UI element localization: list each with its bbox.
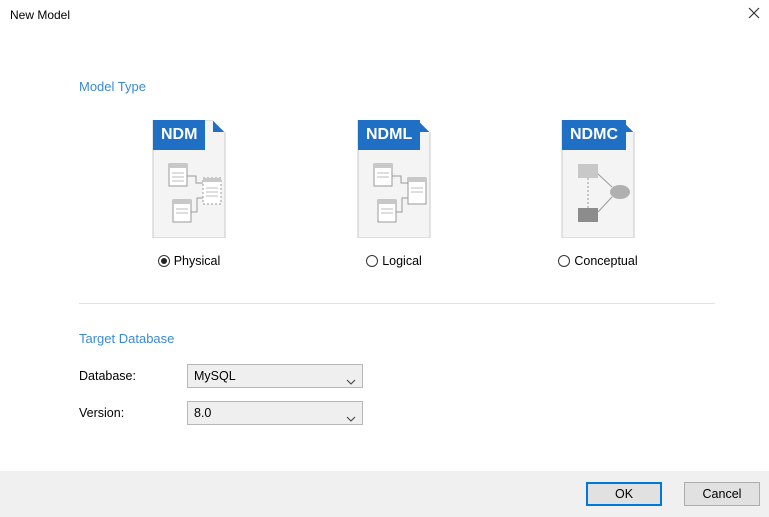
target-database-heading: Target Database — [79, 331, 175, 346]
model-option-logical[interactable]: NDML Logical — [329, 120, 459, 270]
model-badge: NDML — [358, 120, 421, 150]
ok-button[interactable]: OK — [586, 482, 662, 506]
database-select-value: MySQL — [194, 369, 236, 383]
ndmc-file-icon: NDMC — [550, 120, 646, 238]
model-type-heading: Model Type — [79, 79, 146, 94]
radio-physical[interactable] — [157, 255, 170, 267]
title-bar: New Model — [0, 0, 769, 36]
close-icon[interactable] — [745, 4, 763, 22]
dialog-footer: OK Cancel — [0, 471, 769, 517]
model-badge: NDM — [153, 120, 206, 150]
model-badge: NDMC — [562, 120, 626, 150]
model-option-conceptual[interactable]: NDMC Conceptual — [533, 120, 663, 270]
ndm-file-icon: NDM — [141, 120, 237, 238]
model-option-physical[interactable]: NDM Physical — [124, 120, 254, 270]
chevron-down-icon — [346, 409, 356, 422]
window-title: New Model — [10, 8, 71, 22]
section-divider — [79, 303, 715, 304]
radio-logical[interactable] — [366, 255, 379, 267]
radio-label-conceptual: Conceptual — [574, 254, 638, 268]
radio-label-physical: Physical — [173, 254, 221, 268]
version-label: Version: — [79, 406, 125, 420]
radio-conceptual[interactable] — [558, 255, 571, 267]
ndml-file-icon: NDML — [346, 120, 442, 238]
cancel-button[interactable]: Cancel — [684, 482, 760, 506]
database-select[interactable]: MySQL — [187, 364, 363, 388]
radio-label-logical: Logical — [382, 254, 422, 268]
chevron-down-icon — [346, 372, 356, 385]
version-select-value: 8.0 — [194, 406, 212, 420]
version-select[interactable]: 8.0 — [187, 401, 363, 425]
database-label: Database: — [79, 369, 136, 383]
